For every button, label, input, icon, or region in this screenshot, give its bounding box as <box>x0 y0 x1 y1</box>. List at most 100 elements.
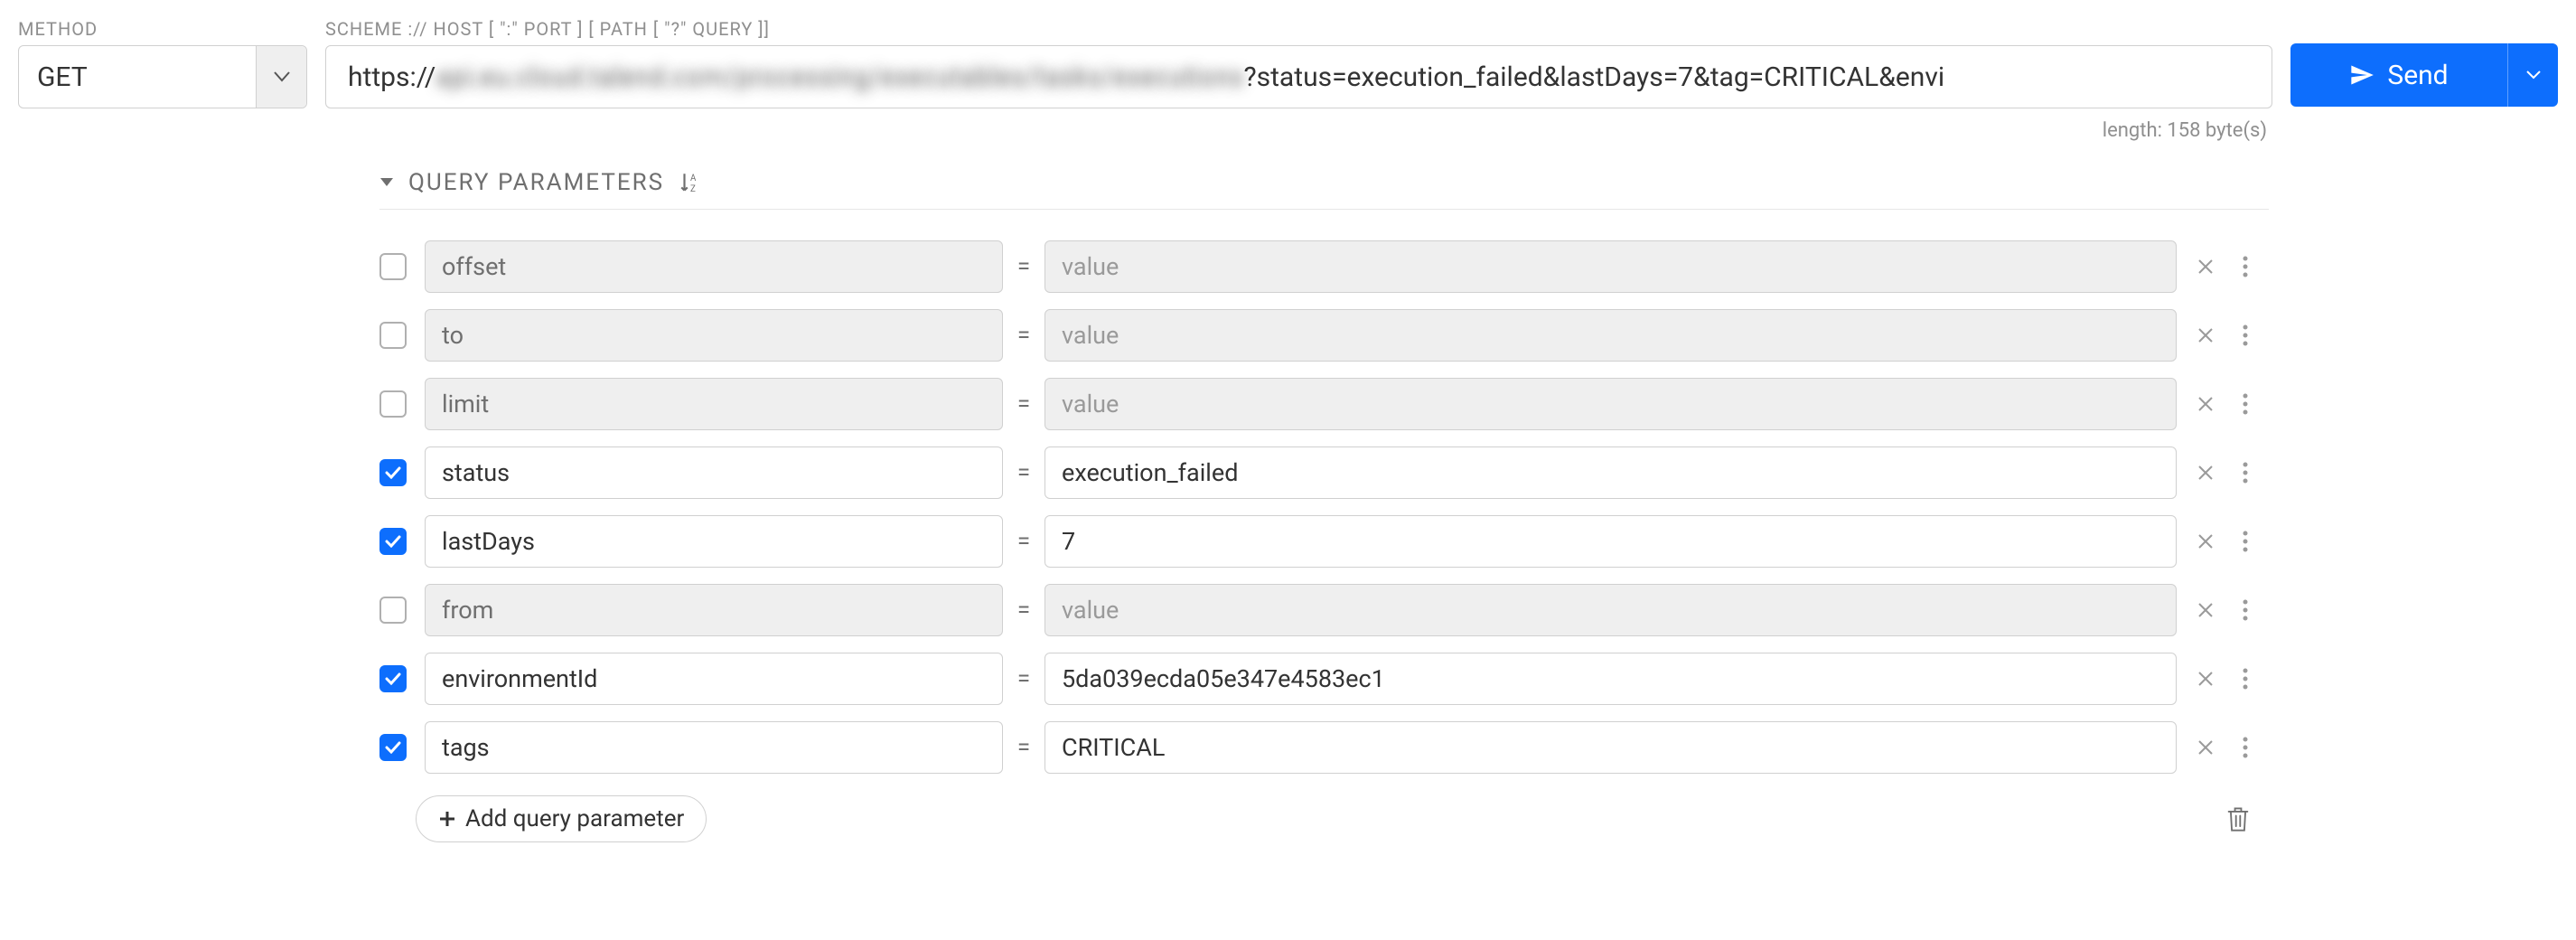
equals-sign: = <box>1012 734 1035 761</box>
param-more-menu[interactable] <box>2242 598 2269 622</box>
param-value-input[interactable]: 7 <box>1044 515 2177 568</box>
remove-param-button[interactable] <box>2197 464 2233 482</box>
param-more-menu[interactable] <box>2242 667 2269 691</box>
query-param-row: status = execution_failed <box>379 446 2269 499</box>
param-enabled-checkbox[interactable] <box>379 253 407 280</box>
close-icon <box>2197 738 2215 757</box>
close-icon <box>2197 601 2215 619</box>
caret-down-icon <box>274 71 290 82</box>
remove-param-button[interactable] <box>2197 326 2233 344</box>
collapse-caret-icon[interactable] <box>379 177 394 188</box>
equals-sign: = <box>1012 390 1035 418</box>
param-value-input[interactable]: value <box>1044 309 2177 362</box>
send-label: Send <box>2387 60 2448 91</box>
remove-param-button[interactable] <box>2197 601 2233 619</box>
equals-sign: = <box>1012 665 1035 692</box>
equals-sign: = <box>1012 253 1035 280</box>
check-icon <box>385 535 401 548</box>
param-value-input[interactable]: execution_failed <box>1044 446 2177 499</box>
url-blurred: api.eu.cloud.talend.com/processing/execu… <box>436 61 1243 93</box>
param-key-input[interactable]: status <box>425 446 1003 499</box>
param-value-input[interactable]: CRITICAL <box>1044 721 2177 774</box>
param-key-input[interactable]: environmentId <box>425 653 1003 705</box>
kebab-icon <box>2242 530 2249 553</box>
send-split[interactable] <box>2507 43 2558 107</box>
kebab-icon <box>2242 667 2249 691</box>
plus-icon <box>438 810 456 828</box>
add-query-parameter-button[interactable]: Add query parameter <box>416 795 707 842</box>
param-value-input[interactable]: value <box>1044 378 2177 430</box>
svg-text:Z: Z <box>690 184 696 194</box>
close-icon <box>2197 258 2215 276</box>
kebab-icon <box>2242 392 2249 416</box>
param-more-menu[interactable] <box>2242 392 2269 416</box>
close-icon <box>2197 532 2215 550</box>
remove-param-button[interactable] <box>2197 670 2233 688</box>
equals-sign: = <box>1012 528 1035 555</box>
param-enabled-checkbox[interactable] <box>379 597 407 624</box>
send-button[interactable]: Send <box>2290 43 2558 107</box>
method-select[interactable]: GET <box>18 45 307 108</box>
equals-sign: = <box>1012 322 1035 349</box>
remove-param-button[interactable] <box>2197 395 2233 413</box>
kebab-icon <box>2242 736 2249 759</box>
url-input[interactable]: https://api.eu.cloud.talend.com/processi… <box>325 45 2272 108</box>
close-icon <box>2197 326 2215 344</box>
param-key-input[interactable]: limit <box>425 378 1003 430</box>
query-param-row: offset = value <box>379 240 2269 293</box>
method-caret[interactable] <box>256 46 306 108</box>
remove-param-button[interactable] <box>2197 532 2233 550</box>
kebab-icon <box>2242 598 2249 622</box>
delete-all-button[interactable] <box>2225 805 2251 832</box>
param-more-menu[interactable] <box>2242 530 2269 553</box>
paper-plane-icon <box>2349 62 2375 88</box>
query-param-row: environmentId = 5da039ecda05e347e4583ec1 <box>379 653 2269 705</box>
equals-sign: = <box>1012 597 1035 624</box>
param-more-menu[interactable] <box>2242 324 2269 347</box>
kebab-icon <box>2242 461 2249 484</box>
param-key-input[interactable]: tags <box>425 721 1003 774</box>
kebab-icon <box>2242 324 2249 347</box>
param-enabled-checkbox[interactable] <box>379 665 407 692</box>
close-icon <box>2197 670 2215 688</box>
trash-icon <box>2225 805 2251 832</box>
url-prefix: https:// <box>348 61 436 93</box>
param-value-input[interactable]: value <box>1044 240 2177 293</box>
param-more-menu[interactable] <box>2242 736 2269 759</box>
query-param-row: limit = value <box>379 378 2269 430</box>
kebab-icon <box>2242 255 2249 278</box>
param-enabled-checkbox[interactable] <box>379 734 407 761</box>
param-key-input[interactable]: offset <box>425 240 1003 293</box>
check-icon <box>385 672 401 685</box>
param-enabled-checkbox[interactable] <box>379 528 407 555</box>
method-label: METHOD <box>18 18 307 40</box>
add-query-parameter-label: Add query parameter <box>465 805 684 832</box>
remove-param-button[interactable] <box>2197 738 2233 757</box>
sort-az-icon[interactable]: A Z <box>679 171 702 194</box>
svg-text:A: A <box>690 174 697 183</box>
param-enabled-checkbox[interactable] <box>379 322 407 349</box>
url-label: SCHEME :// HOST [ ":" PORT ] [ PATH [ "?… <box>325 18 2272 40</box>
query-param-row: from = value <box>379 584 2269 636</box>
close-icon <box>2197 395 2215 413</box>
query-params-title: QUERY PARAMETERS <box>408 169 664 196</box>
check-icon <box>385 741 401 754</box>
query-param-row: tags = CRITICAL <box>379 721 2269 774</box>
method-value: GET <box>19 61 256 93</box>
param-value-input[interactable]: value <box>1044 584 2177 636</box>
equals-sign: = <box>1012 459 1035 486</box>
query-param-row: to = value <box>379 309 2269 362</box>
query-param-row: lastDays = 7 <box>379 515 2269 568</box>
remove-param-button[interactable] <box>2197 258 2233 276</box>
param-value-input[interactable]: 5da039ecda05e347e4583ec1 <box>1044 653 2177 705</box>
url-length: length: 158 byte(s) <box>2103 119 2267 142</box>
param-key-input[interactable]: from <box>425 584 1003 636</box>
caret-down-icon <box>2526 70 2541 80</box>
param-key-input[interactable]: to <box>425 309 1003 362</box>
param-enabled-checkbox[interactable] <box>379 390 407 418</box>
param-more-menu[interactable] <box>2242 255 2269 278</box>
param-key-input[interactable]: lastDays <box>425 515 1003 568</box>
param-enabled-checkbox[interactable] <box>379 459 407 486</box>
check-icon <box>385 466 401 479</box>
param-more-menu[interactable] <box>2242 461 2269 484</box>
